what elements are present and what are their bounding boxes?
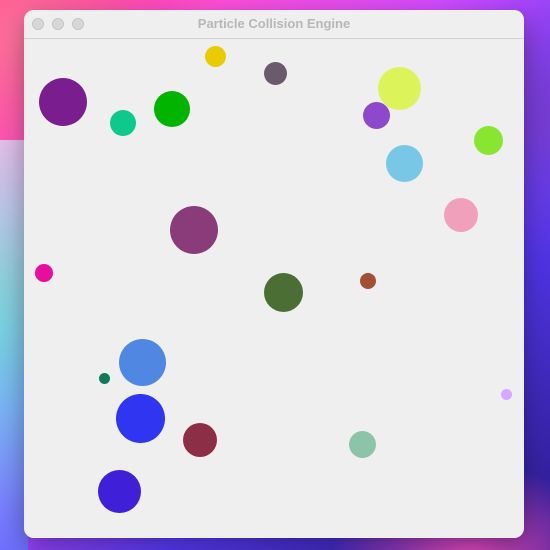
particle [444, 198, 478, 232]
window-titlebar[interactable]: Particle Collision Engine [24, 10, 524, 39]
particle [35, 264, 53, 282]
particle [363, 102, 390, 129]
particle [264, 62, 287, 85]
particle [39, 78, 87, 126]
window-title: Particle Collision Engine [197, 16, 351, 31]
particle [183, 423, 217, 457]
particle [154, 91, 190, 127]
particle [116, 394, 165, 443]
particle [205, 46, 226, 67]
app-window: Particle Collision Engine [24, 10, 524, 538]
particle [360, 273, 376, 289]
particle [98, 470, 141, 513]
particle [349, 431, 376, 458]
particle [264, 273, 303, 312]
simulation-canvas[interactable] [24, 39, 524, 538]
particle [99, 373, 110, 384]
particle [170, 206, 218, 254]
particle [119, 339, 166, 386]
particle [386, 145, 423, 182]
particle [378, 67, 421, 110]
particle [501, 389, 512, 400]
particle [110, 110, 136, 136]
particle [474, 126, 503, 155]
